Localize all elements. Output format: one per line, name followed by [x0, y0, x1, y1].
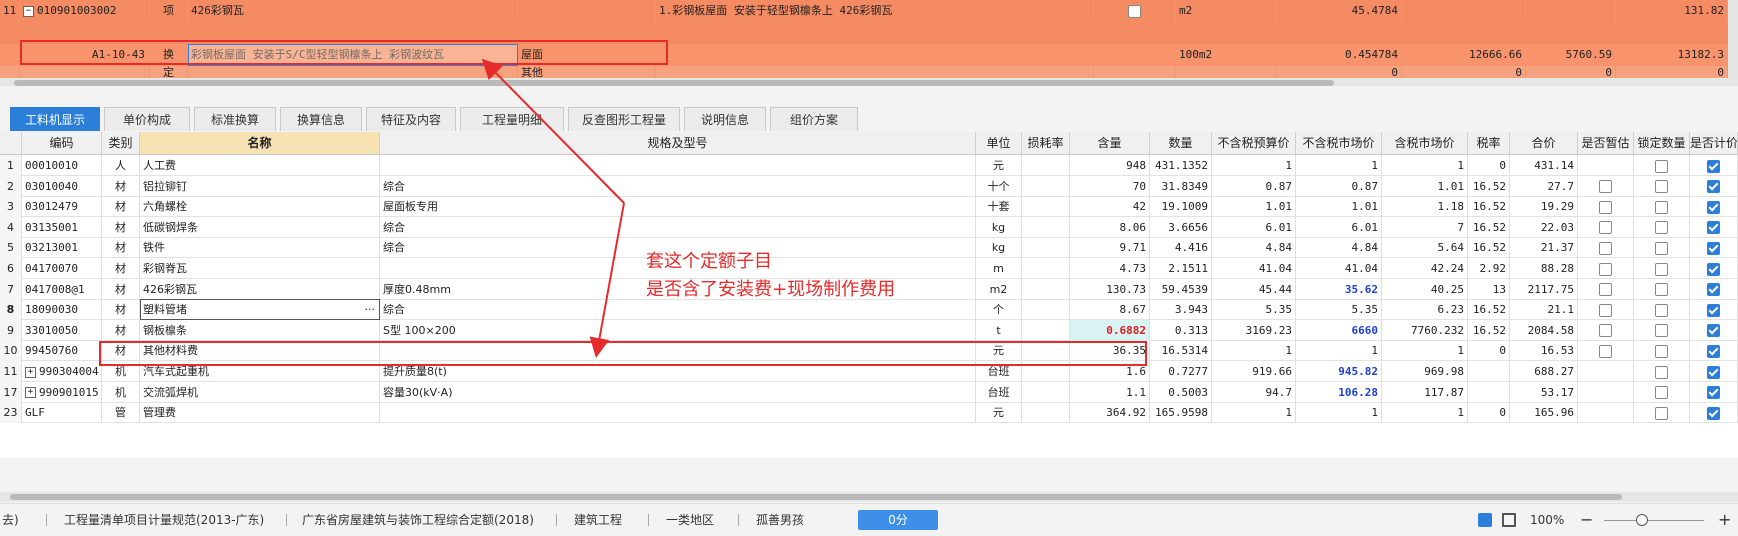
arrow-to-quota: [481, 58, 625, 204]
annotation-line1: 套这个定额子目: [646, 251, 772, 272]
zoom-slider-handle[interactable]: [1636, 514, 1648, 526]
annotation-text: 套这个定额子目 是否含了安装费+现场制作费用: [646, 248, 986, 304]
zoom-out-icon[interactable]: −: [1580, 504, 1593, 536]
status-region[interactable]: 一类地区: [666, 504, 714, 536]
arrow-to-row9: [589, 202, 625, 358]
status-user[interactable]: 孤善男孩: [756, 504, 804, 536]
score-badge[interactable]: 0分: [858, 510, 938, 530]
status-item-0: 去): [2, 513, 19, 527]
status-quota[interactable]: 广东省房屋建筑与装饰工程综合定额(2018): [302, 504, 534, 536]
layout-icon-1[interactable]: [1478, 513, 1492, 527]
zoom-slider-track[interactable]: [1604, 520, 1704, 521]
status-discipline[interactable]: 建筑工程: [574, 504, 622, 536]
annotation-line2: 是否含了安装费+现场制作费用: [646, 279, 896, 300]
status-spec[interactable]: 工程量清单项目计量规范(2013-广东): [64, 504, 264, 536]
status-bar: 去) 工程量清单项目计量规范(2013-广东) 广东省房屋建筑与装饰工程综合定额…: [0, 503, 1738, 535]
zoom-level: 100%: [1530, 513, 1565, 527]
layout-icon-2[interactable]: [1502, 513, 1516, 527]
zoom-in-icon[interactable]: +: [1718, 504, 1731, 536]
